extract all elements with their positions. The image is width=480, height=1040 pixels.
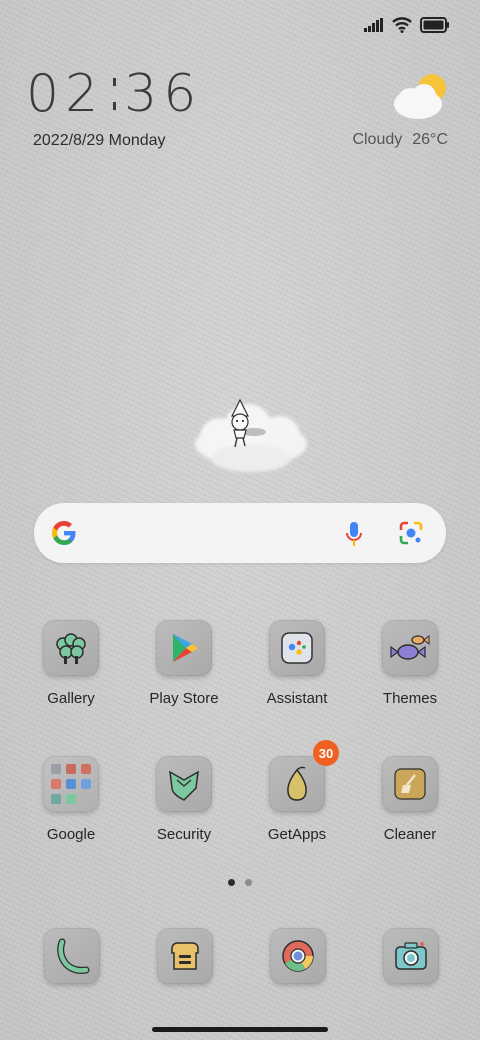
weather-info[interactable]: Cloudy 26°C [352, 131, 448, 149]
app-assistant[interactable]: Assistant [241, 620, 353, 707]
lens-icon[interactable] [398, 520, 424, 546]
getapps-icon [287, 766, 307, 801]
signal-icon [364, 18, 383, 32]
mic-icon[interactable] [342, 520, 366, 548]
app-google-folder[interactable]: Google [15, 756, 127, 843]
app-gallery[interactable]: Gallery [15, 620, 127, 707]
gallery-icon [56, 633, 86, 664]
dock-phone[interactable] [44, 928, 100, 984]
camera-icon [395, 942, 427, 970]
clock-minutes: 36 [124, 64, 203, 124]
cleaner-icon [394, 768, 426, 800]
notification-badge: 30 [313, 740, 339, 766]
date-label[interactable]: 2022/8/29 Monday [33, 132, 166, 150]
app-label: Cleaner [383, 826, 437, 843]
wifi-icon [392, 17, 412, 33]
app-label: Assistant [266, 690, 328, 707]
app-label: Themes [382, 690, 438, 707]
app-label: Gallery [47, 690, 95, 707]
app-getapps[interactable]: 30 GetApps [241, 740, 353, 843]
app-cleaner[interactable]: Cleaner [354, 756, 466, 843]
chrome-icon [282, 940, 314, 972]
app-play-store[interactable]: Play Store [128, 620, 240, 707]
dock-messages[interactable] [157, 928, 213, 984]
phone-icon [57, 938, 90, 974]
dock-chrome[interactable] [270, 928, 326, 984]
cloud-character-illustration [195, 398, 307, 472]
dock-camera[interactable] [383, 928, 439, 984]
app-label: Google [46, 826, 96, 843]
app-label: GetApps [267, 826, 327, 843]
clock-widget[interactable]: 02 36 [26, 64, 202, 124]
google-search-bar[interactable] [34, 503, 446, 563]
weather-temperature: 26°C [412, 131, 448, 148]
assistant-icon [281, 632, 313, 664]
page-indicator[interactable] [228, 879, 252, 886]
clock-hours: 02 [26, 64, 105, 124]
clock-separator [104, 74, 124, 114]
app-label: Security [156, 826, 212, 843]
google-folder-icon [51, 764, 91, 804]
page-dot-active [228, 879, 235, 886]
app-security[interactable]: Security [128, 756, 240, 843]
app-themes[interactable]: Themes [354, 620, 466, 707]
security-icon [169, 770, 199, 801]
weather-condition: Cloudy [352, 131, 403, 148]
page-dot [245, 879, 252, 886]
partly-cloudy-icon[interactable] [390, 70, 450, 122]
battery-icon [420, 17, 449, 33]
messages-icon [171, 942, 199, 970]
status-bar [0, 0, 480, 56]
themes-icon [390, 634, 430, 660]
play-store-icon [173, 634, 198, 662]
home-indicator[interactable] [152, 1027, 328, 1032]
app-label: Play Store [149, 690, 219, 707]
google-logo-icon [52, 521, 76, 545]
